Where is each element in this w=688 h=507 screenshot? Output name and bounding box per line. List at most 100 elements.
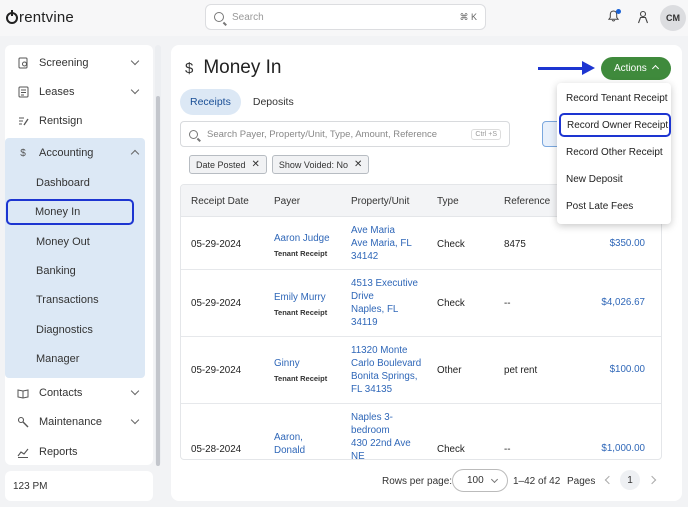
sidebar-subitem-diagnostics[interactable]: Diagnostics xyxy=(6,317,134,343)
receipt-amount[interactable]: $1,000.00 xyxy=(601,443,645,454)
sidebar-item-label: Screening xyxy=(39,57,89,69)
property-line: 4513 Executive xyxy=(351,278,418,289)
table-row[interactable]: 05-29-2024 Emily Murry Tenant Receipt 45… xyxy=(181,270,661,337)
column-header-receipt-date[interactable]: Receipt Date xyxy=(191,196,249,207)
annotation-arrow-head xyxy=(582,61,595,75)
sidebar-item-screening[interactable]: Screening xyxy=(5,50,148,76)
sidebar-item-label: Accounting xyxy=(39,147,94,159)
close-icon[interactable]: ✕ xyxy=(354,159,362,170)
payer-cell: Aaron, Donald Tenant Receipt xyxy=(274,431,334,459)
property-link[interactable]: Ave Maria Ave Maria, FL 34142 xyxy=(351,224,412,263)
receipt-search-placeholder: Search Payer, Property/Unit, Type, Amoun… xyxy=(207,128,438,140)
property-line: 430 22nd Ave xyxy=(351,438,411,449)
sidebar-item-label: Leases xyxy=(39,86,75,98)
property-line: Ave Maria, FL xyxy=(351,238,412,249)
actions-button[interactable]: Actions xyxy=(601,57,671,80)
tab-receipts[interactable]: Receipts xyxy=(180,89,241,115)
column-header-type[interactable]: Type xyxy=(437,196,459,207)
payer-link[interactable]: Aaron Judge xyxy=(274,233,330,244)
sidebar-subitem-money-in[interactable]: Money In xyxy=(6,199,134,225)
receipt-date: 05-29-2024 xyxy=(191,298,242,309)
sidebar-item-rentsign[interactable]: Rentsign xyxy=(5,108,148,134)
contacts-icon xyxy=(17,387,29,399)
global-search-input[interactable]: Search ⌘ K xyxy=(205,4,486,30)
search-placeholder: Search xyxy=(232,11,264,23)
chevron-left-icon[interactable] xyxy=(604,475,614,485)
sidebar-item-leases[interactable]: Leases xyxy=(5,79,148,105)
column-header-reference[interactable]: Reference xyxy=(504,196,550,207)
receipt-amount[interactable]: $350.00 xyxy=(610,238,645,249)
table-row[interactable]: 05-28-2024 Aaron, Donald Tenant Receipt … xyxy=(181,404,661,459)
property-link[interactable]: 4513 Executive Drive Naples, FL 34119 xyxy=(351,277,418,329)
chevron-down-icon xyxy=(130,415,140,425)
logo-text: rentvine xyxy=(19,9,74,26)
property-link[interactable]: 11320 Monte Carlo Boulevard Bonita Sprin… xyxy=(351,344,421,396)
tab-deposits[interactable]: Deposits xyxy=(243,89,304,115)
property-line: Ave Maria xyxy=(351,225,395,236)
search-icon xyxy=(189,129,198,139)
property-line: Drive xyxy=(351,291,374,302)
sidebar-scroll-thumb[interactable] xyxy=(156,96,160,466)
table-row[interactable]: 05-29-2024 Aaron Judge Tenant Receipt Av… xyxy=(181,217,661,270)
property-line: Naples 3- xyxy=(351,412,393,423)
payer-link[interactable]: Emily Murry xyxy=(274,292,326,303)
actions-label: Actions xyxy=(614,63,647,74)
sidebar-item-accounting[interactable]: $ Accounting xyxy=(5,140,148,166)
payer-type: Tenant Receipt xyxy=(274,374,328,383)
chevron-down-icon xyxy=(130,85,140,95)
search-icon xyxy=(214,12,224,22)
close-icon[interactable]: ✕ xyxy=(252,159,260,170)
receipt-amount[interactable]: $4,026.67 xyxy=(601,297,645,308)
sidebar-subitem-manager[interactable]: Manager xyxy=(6,346,134,372)
menu-item-record-owner-receipt[interactable]: Record Owner Receipt xyxy=(559,113,671,137)
notification-dot xyxy=(616,9,621,14)
chevron-up-icon xyxy=(651,64,660,73)
column-header-payer[interactable]: Payer xyxy=(274,196,300,207)
top-bar: rentvine Search ⌘ K CM xyxy=(0,0,688,36)
sidebar-subitem-transactions[interactable]: Transactions xyxy=(6,287,134,313)
receipt-search-input[interactable]: Search Payer, Property/Unit, Type, Amoun… xyxy=(180,121,510,147)
sidebar-subitem-dashboard[interactable]: Dashboard xyxy=(6,170,134,196)
menu-item-record-other-receipt[interactable]: Record Other Receipt xyxy=(557,140,671,164)
receipt-type: Check xyxy=(437,298,465,309)
sidebar-subitem-banking[interactable]: Banking xyxy=(6,258,134,284)
chip-date-posted[interactable]: Date Posted ✕ xyxy=(189,155,267,174)
table-row[interactable]: 05-29-2024 Ginny Tenant Receipt 11320 Mo… xyxy=(181,337,661,404)
rentvine-logo[interactable]: rentvine xyxy=(6,9,74,26)
receipt-type: Check xyxy=(437,239,465,250)
reports-icon xyxy=(17,446,29,458)
property-link[interactable]: Naples 3- bedroom 430 22nd Ave NE xyxy=(351,411,411,459)
search-shortcut: ⌘ K xyxy=(459,11,477,22)
property-line: FL 34135 xyxy=(351,384,393,395)
sidebar-item-label: Maintenance xyxy=(39,416,102,428)
sidebar-item-label: Rentsign xyxy=(39,115,83,127)
sidebar-item-label: Reports xyxy=(39,446,78,458)
payer-link[interactable]: Ginny xyxy=(274,358,300,369)
sidebar-item-maintenance[interactable]: Maintenance xyxy=(5,409,148,435)
receipt-type: Other xyxy=(437,365,462,376)
user-icon[interactable] xyxy=(637,10,649,24)
receipt-type: Check xyxy=(437,444,465,455)
receipts-table: Receipt Date Payer Property/Unit Type Re… xyxy=(180,184,662,460)
property-line: 34119 xyxy=(351,317,378,328)
chevron-down-icon xyxy=(490,475,499,484)
sidebar-item-label: Contacts xyxy=(39,387,83,399)
menu-item-record-tenant-receipt[interactable]: Record Tenant Receipt xyxy=(557,86,671,110)
avatar[interactable]: CM xyxy=(660,5,686,31)
receipt-amount[interactable]: $100.00 xyxy=(610,364,645,375)
column-header-property-unit[interactable]: Property/Unit xyxy=(351,196,409,207)
clock-display: 123 PM xyxy=(5,471,153,501)
sidebar-subitem-money-out[interactable]: Money Out xyxy=(6,229,134,255)
sidebar-item-reports[interactable]: Reports xyxy=(5,439,148,465)
rows-per-page-select[interactable]: 100 xyxy=(452,469,508,492)
payer-link[interactable]: Aaron, Donald xyxy=(274,432,305,456)
menu-item-post-late-fees[interactable]: Post Late Fees xyxy=(557,194,671,218)
chip-show-voided[interactable]: Show Voided: No ✕ xyxy=(271,155,370,174)
payer-cell: Aaron Judge Tenant Receipt xyxy=(274,232,330,260)
property-line: 11320 Monte xyxy=(351,345,408,356)
screening-icon xyxy=(17,57,29,69)
menu-item-new-deposit[interactable]: New Deposit xyxy=(557,167,671,191)
sidebar-item-contacts[interactable]: Contacts xyxy=(5,380,148,406)
page-number-current[interactable]: 1 xyxy=(620,470,640,490)
chevron-right-icon[interactable] xyxy=(647,475,657,485)
